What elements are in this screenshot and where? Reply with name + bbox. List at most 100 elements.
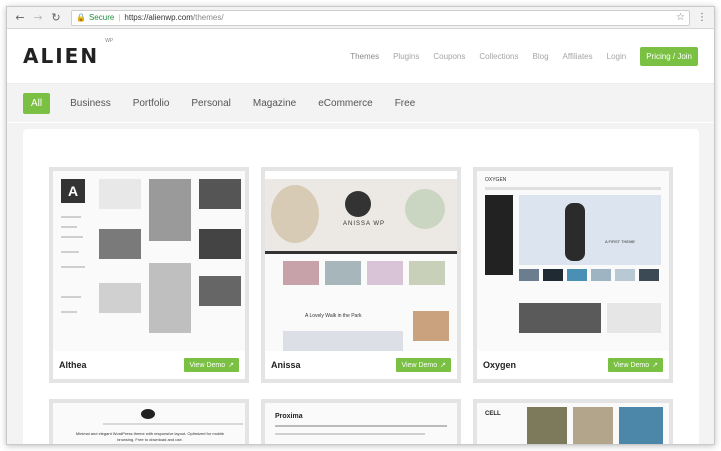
pricing-join-button[interactable]: Pricing / Join (640, 46, 698, 66)
preview-hero (519, 195, 661, 265)
gallery-background: A Althea View Demo ↗ ANISSA WP A Lovely … (7, 123, 714, 444)
preview-text-line (61, 266, 85, 268)
view-demo-button[interactable]: View Demo ↗ (184, 358, 239, 372)
oxygen-preview-tagline: A FIRST THEME (605, 239, 636, 244)
nav-collections[interactable]: Collections (479, 52, 518, 61)
preview-topbar (265, 171, 457, 179)
theme-title[interactable]: Oxygen (483, 360, 516, 370)
preview-thumb (639, 269, 659, 281)
url-host: https://alienwp.com (124, 13, 193, 22)
cell-preview-logo: CELL (485, 411, 501, 417)
nav-coupons[interactable]: Coupons (433, 52, 465, 61)
oxygen-preview[interactable]: OXYGEN A FIRST THEME (477, 171, 669, 351)
preview-image (283, 331, 403, 351)
theme-card-cell[interactable]: CELL (473, 399, 673, 444)
filter-portfolio[interactable]: Portfolio (133, 94, 170, 113)
forward-icon[interactable]: → (31, 11, 45, 25)
preview-text-line (61, 296, 81, 298)
theme-card-minimal[interactable]: Minimal and elegant WordPress theme with… (49, 399, 249, 444)
preview-menubar (275, 433, 425, 435)
preview-text-line (61, 236, 83, 238)
preview-image (283, 261, 319, 285)
theme-card-caption: Althea View Demo ↗ (53, 351, 245, 379)
preview-thumb (591, 269, 611, 281)
nav-themes[interactable]: Themes (350, 52, 379, 61)
filter-personal[interactable]: Personal (191, 94, 230, 113)
theme-preview[interactable]: Minimal and elegant WordPress theme with… (53, 403, 245, 444)
preview-image (99, 179, 141, 209)
alienwp-logo[interactable]: ALIEN WP (23, 38, 113, 68)
logo-text: ALIEN (23, 44, 100, 68)
preview-image (149, 263, 191, 333)
preview-image (199, 229, 241, 259)
althea-preview[interactable]: A (53, 171, 245, 351)
view-demo-label: View Demo (613, 361, 650, 369)
althea-preview-logo: A (68, 183, 79, 199)
preview-menubar (103, 423, 243, 425)
preview-image (367, 261, 403, 285)
filter-all[interactable]: All (23, 92, 51, 114)
preview-image (409, 261, 445, 285)
preview-image (199, 276, 241, 306)
preview-text-line (61, 311, 77, 313)
browser-toolbar: ← → ↻ 🔒 Secure | https://alienwp.com/the… (7, 7, 714, 29)
preview-text-line (61, 251, 79, 253)
nav-blog[interactable]: Blog (533, 52, 549, 61)
preview-image (99, 283, 141, 313)
proxima-preview-logo: Proxima (275, 413, 303, 420)
logo-superscript: WP (105, 38, 114, 44)
url-text: https://alienwp.com/themes/ (124, 13, 223, 22)
preview-hero-object (271, 185, 319, 243)
anissa-preview-title: ANISSA WP (343, 221, 386, 227)
filter-business[interactable]: Business (70, 94, 111, 113)
url-path: /themes/ (192, 13, 224, 22)
browser-menu-icon[interactable]: ⋮ (696, 12, 708, 23)
site-header: ALIEN WP Themes Plugins Coupons Collecti… (7, 29, 714, 84)
filter-magazine[interactable]: Magazine (253, 94, 296, 113)
nav-plugins[interactable]: Plugins (393, 52, 419, 61)
preview-image (619, 407, 663, 444)
preview-sidebar (485, 195, 513, 275)
preview-thumb (543, 269, 563, 281)
theme-title[interactable]: Althea (59, 360, 87, 370)
theme-card-althea[interactable]: A Althea View Demo ↗ (49, 167, 249, 383)
bookmark-star-icon[interactable]: ☆ (676, 12, 685, 23)
theme-card-oxygen[interactable]: OXYGEN A FIRST THEME Oxygen View Demo ↗ (473, 167, 673, 383)
secure-label: Secure (88, 13, 115, 22)
theme-card-anissa[interactable]: ANISSA WP A Lovely Walk in the Park Anis… (261, 167, 461, 383)
preview-image (325, 261, 361, 285)
preview-menubar (485, 187, 661, 190)
view-demo-button[interactable]: View Demo ↗ (608, 358, 663, 372)
preview-image (199, 179, 241, 209)
nav-affiliates[interactable]: Affiliates (563, 52, 593, 61)
theme-card-proxima[interactable]: Proxima (261, 399, 461, 444)
view-demo-label: View Demo (189, 361, 226, 369)
cell-preview[interactable]: CELL (477, 403, 669, 444)
anissa-preview-post-title: A Lovely Walk in the Park (305, 313, 362, 319)
preview-image (99, 229, 141, 259)
reload-icon[interactable]: ↻ (49, 11, 63, 25)
address-bar[interactable]: 🔒 Secure | https://alienwp.com/themes/ ☆ (71, 9, 690, 26)
preview-image (527, 407, 567, 444)
preview-image (519, 303, 601, 333)
back-icon[interactable]: ← (13, 11, 27, 25)
filter-free[interactable]: Free (395, 94, 416, 113)
main-nav: Themes Plugins Coupons Collections Blog … (336, 46, 698, 66)
category-filters: All Business Portfolio Personal Magazine… (7, 84, 714, 122)
nav-login[interactable]: Login (607, 52, 627, 61)
address-separator: | (118, 13, 121, 22)
lock-icon: 🔒 (76, 13, 86, 22)
preview-image (607, 303, 661, 333)
proxima-preview[interactable]: Proxima (265, 403, 457, 444)
anissa-preview[interactable]: ANISSA WP A Lovely Walk in the Park (265, 171, 457, 351)
oxygen-preview-logo: OXYGEN (485, 177, 507, 183)
preview-text-line (61, 226, 77, 228)
preview-menubar (265, 251, 457, 254)
preview-penguin (565, 203, 585, 261)
view-demo-button[interactable]: View Demo ↗ (396, 358, 451, 372)
external-link-icon: ↗ (652, 361, 658, 369)
external-link-icon: ↗ (228, 361, 234, 369)
preview-image (573, 407, 613, 444)
filter-ecommerce[interactable]: eCommerce (318, 94, 372, 113)
theme-title[interactable]: Anissa (271, 360, 301, 370)
